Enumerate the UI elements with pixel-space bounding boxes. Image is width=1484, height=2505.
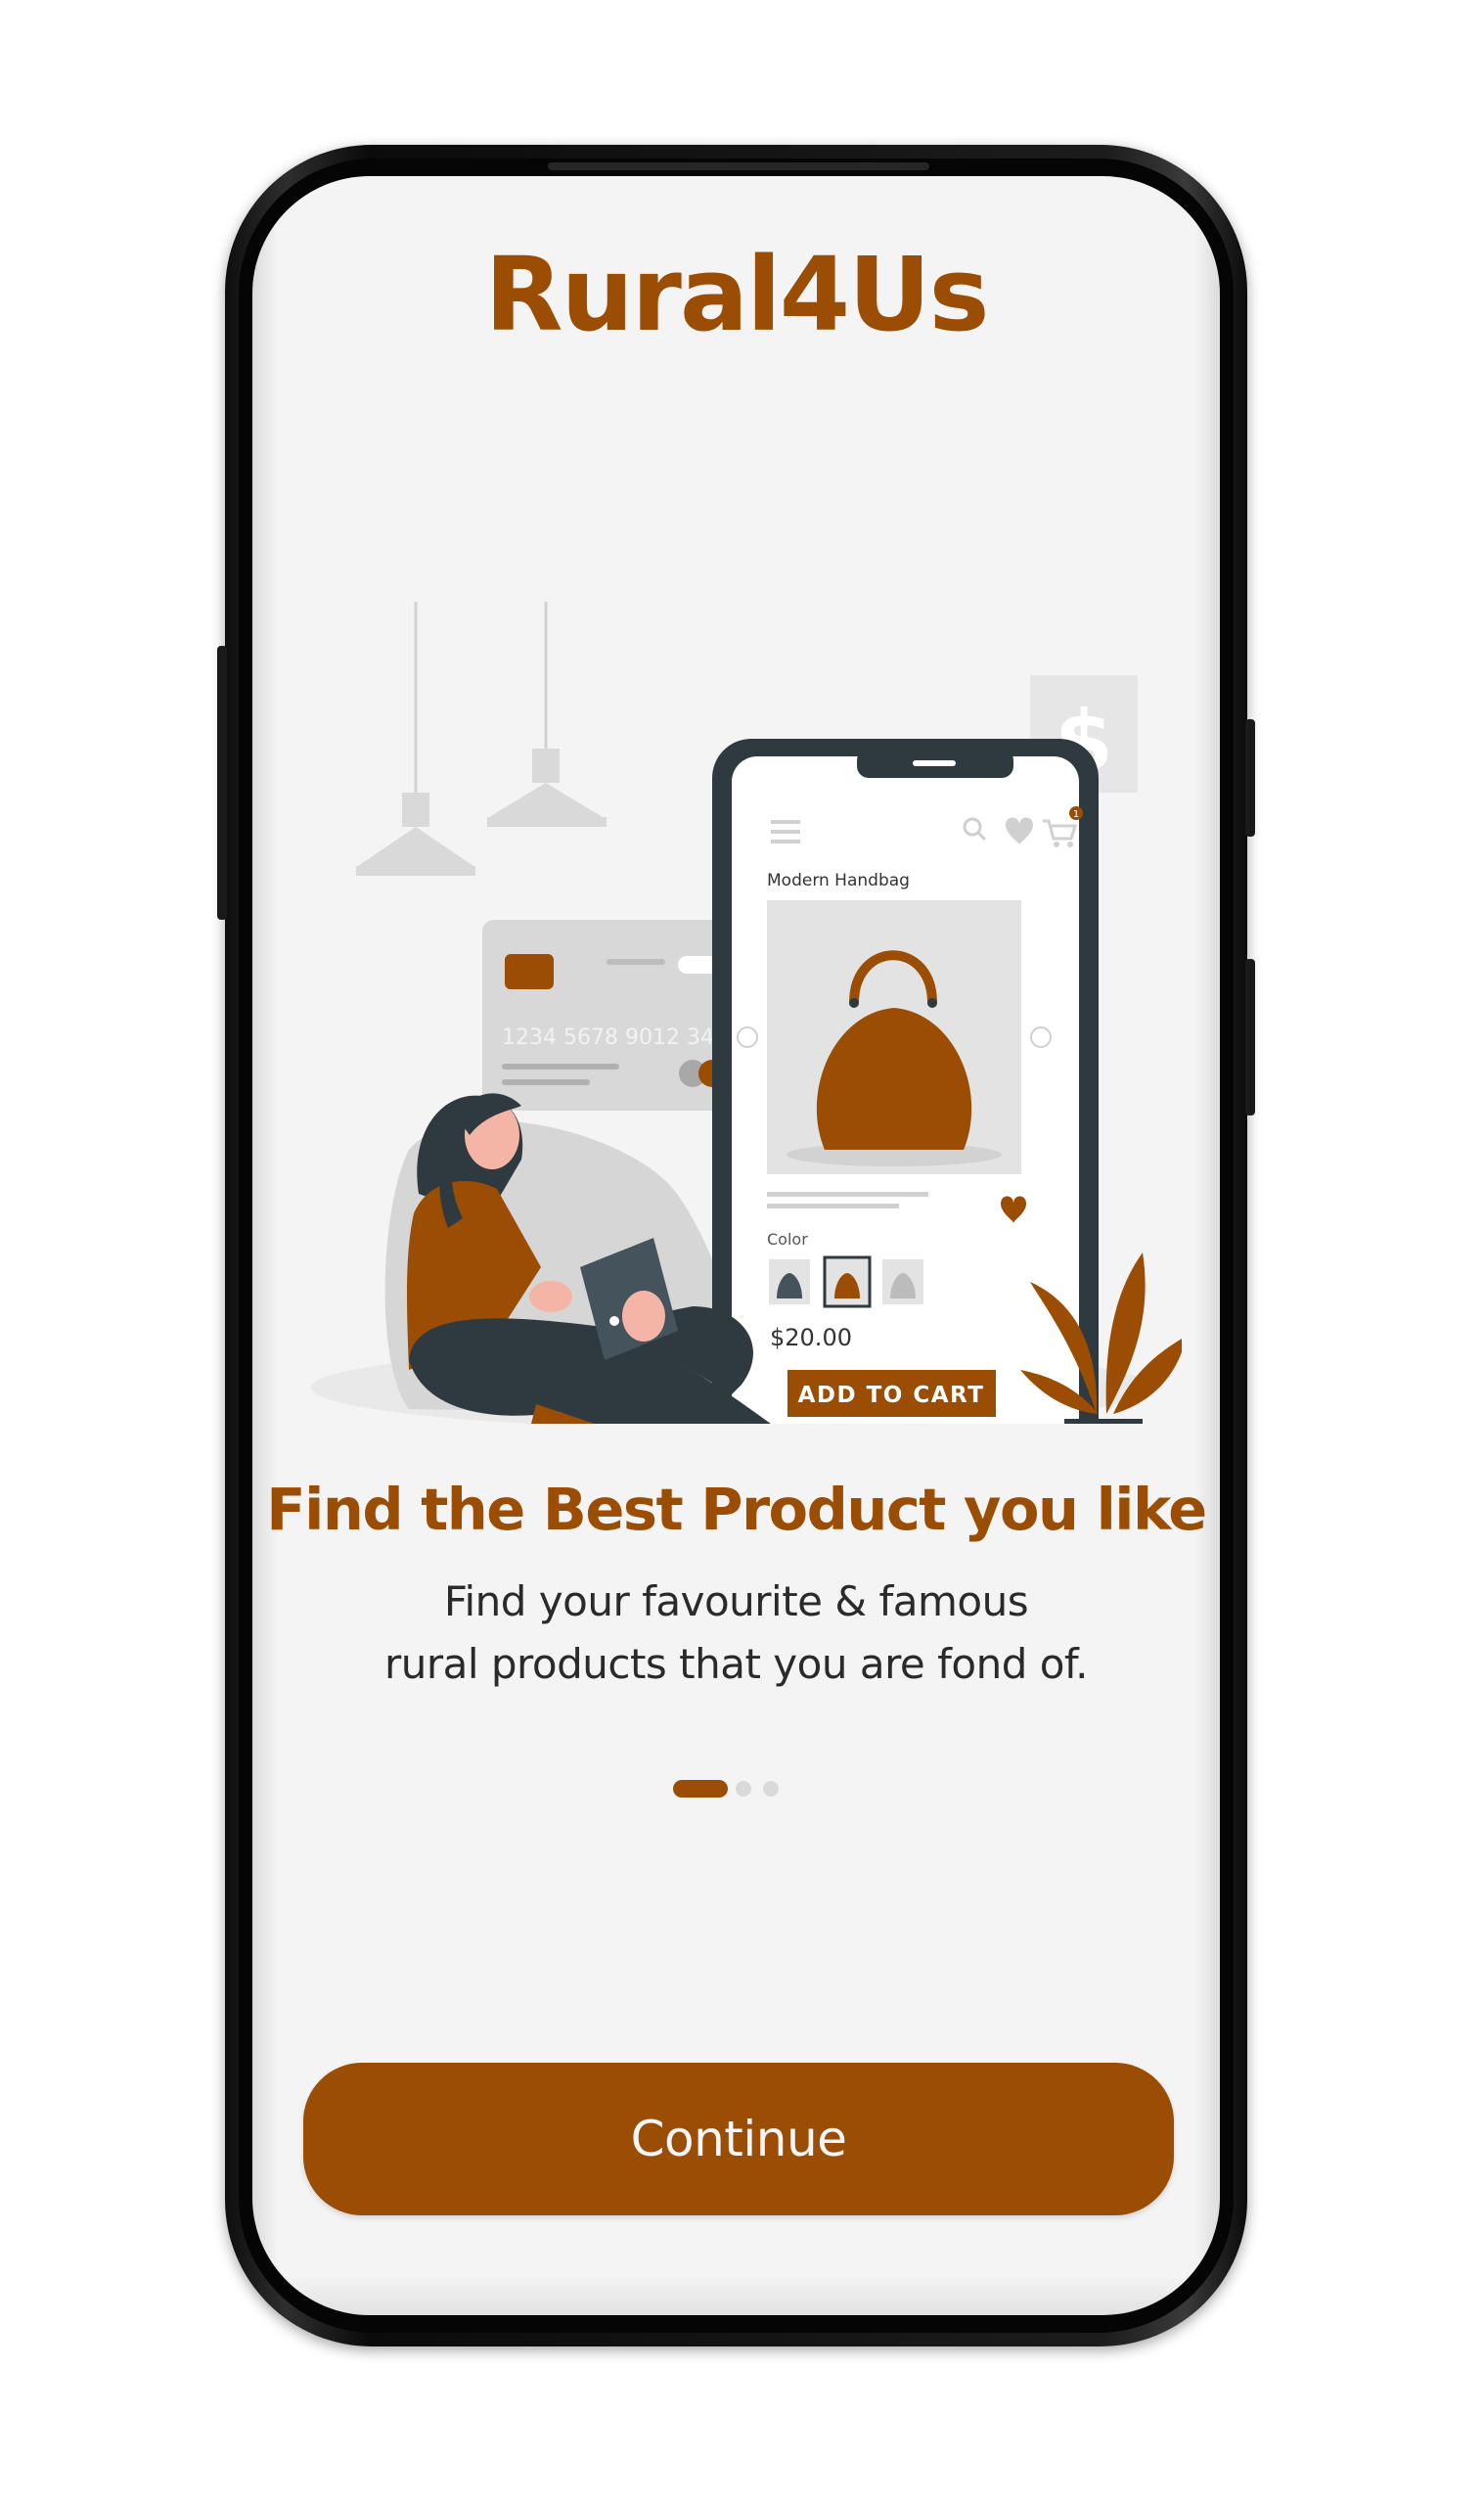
svg-text:Color: Color <box>767 1230 808 1249</box>
screen-edge <box>252 176 278 2315</box>
app-title: Rural4Us <box>484 235 990 354</box>
page-dot[interactable] <box>736 1781 751 1797</box>
shop-phone-mockup: 1 Modern Handbag Color $20.00 ADD TO CAR… <box>712 739 1099 1424</box>
screen-bottom-shadow <box>252 2276 1220 2315</box>
description-line: rural products that you are fond of. <box>383 1640 1089 1688</box>
onboarding-description: Find your favourite & famous rural produ… <box>252 1571 1220 1696</box>
onboarding-headline: Find the Best Product you like <box>266 1476 1207 1543</box>
menu-icon <box>771 820 800 843</box>
svg-text:1234 5678 9012 345: 1234 5678 9012 345 <box>502 1025 728 1050</box>
screen-edge <box>1194 176 1220 2315</box>
power-button <box>1245 719 1255 837</box>
onboarding-illustration: $ 1234 5678 9012 345 1 Modern Handbag Co… <box>311 602 1182 1424</box>
continue-button[interactable]: Continue <box>303 2063 1174 2215</box>
page-dot[interactable] <box>763 1781 779 1797</box>
svg-text:1: 1 <box>1073 809 1079 820</box>
earpiece-speaker <box>548 162 929 170</box>
page-indicator <box>252 1779 1220 1799</box>
product-price: $20.00 <box>770 1324 852 1351</box>
app-screen: Rural4Us $ 1234 5678 9012 345 1 Modern H… <box>252 176 1220 2315</box>
volume-button <box>217 646 227 920</box>
add-to-cart-label: ADD TO CART <box>798 1383 985 1408</box>
hanging-lamps-icon <box>356 602 607 876</box>
side-button <box>1245 959 1255 1116</box>
description-line: Find your favourite & famous <box>443 1577 1029 1625</box>
page-dot-active[interactable] <box>673 1780 728 1798</box>
color-swatches <box>769 1255 923 1308</box>
product-name: Modern Handbag <box>767 871 910 890</box>
